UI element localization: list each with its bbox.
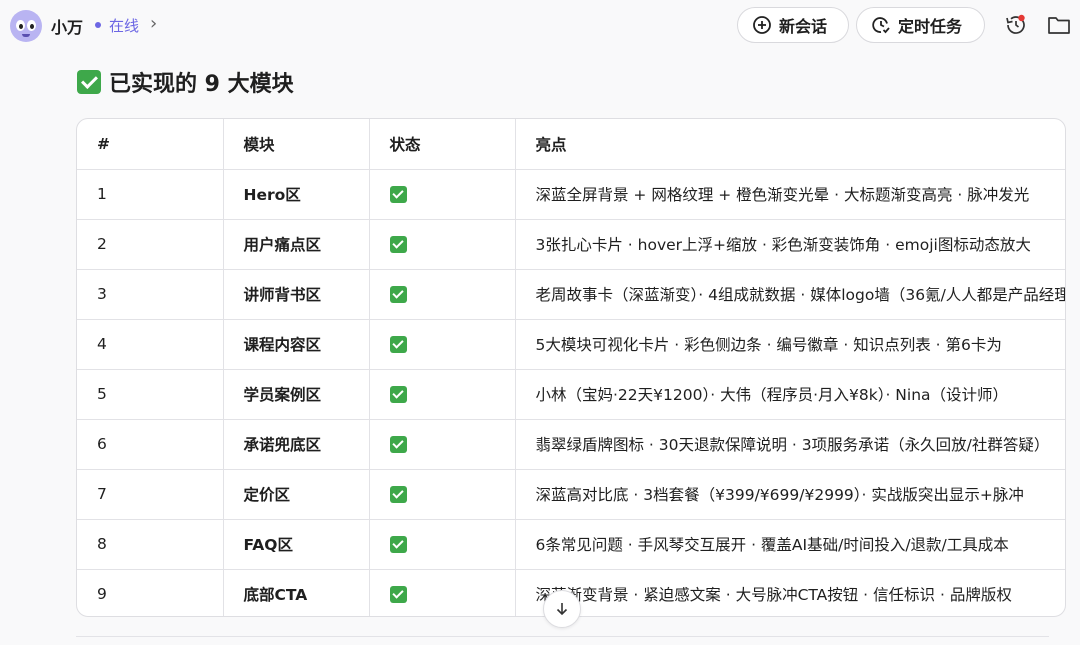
online-status-dot: [95, 22, 101, 28]
status-cell: [369, 219, 516, 270]
avatar-mouth: [22, 34, 30, 37]
status-cell: [369, 569, 516, 616]
status-cell: [369, 369, 516, 420]
module-name: 底部CTA: [223, 569, 370, 616]
check-box-icon: [389, 486, 407, 503]
check-box-icon: [389, 286, 407, 303]
new-chat-label: 新会话: [779, 17, 828, 36]
modules-table-container[interactable]: # 模块 状态 亮点 1 Hero区 深蓝全屏背景 + 网格纹理 + 橙色渐变光…: [76, 118, 1066, 617]
table-row: 3 讲师背书区 老周故事卡（深蓝渐变）· 4组成就数据 · 媒体logo墙（36…: [77, 269, 1065, 320]
row-number: 1: [77, 169, 224, 220]
highlight-cell: 6条常见问题 · 手风琴交互展开 · 覆盖AI基础/时间投入/退款/工具成本: [515, 519, 1065, 570]
module-name: 定价区: [223, 469, 370, 520]
table-row: 4 课程内容区 5大模块可视化卡片 · 彩色侧边条 · 编号徽章 · 知识点列表…: [77, 319, 1065, 370]
section-heading: 已实现的 9 大模块: [77, 66, 294, 98]
scheduled-task-label: 定时任务: [898, 17, 963, 36]
table-row: 1 Hero区 深蓝全屏背景 + 网格纹理 + 橙色渐变光晕 · 大标题渐变高亮…: [77, 169, 1065, 220]
row-number: 9: [77, 569, 224, 616]
row-number: 4: [77, 319, 224, 370]
table-row: 7 定价区 深蓝高对比底 · 3档套餐（¥399/¥699/¥2999）· 实战…: [77, 469, 1065, 520]
status-cell: [369, 319, 516, 370]
check-box-icon: [389, 586, 407, 604]
new-chat-button[interactable]: 新会话: [737, 7, 849, 43]
online-status-text: 在线: [109, 17, 140, 35]
table-row: 8 FAQ区 6条常见问题 · 手风琴交互展开 · 覆盖AI基础/时间投入/退款…: [77, 519, 1065, 570]
status-cell: [369, 269, 516, 320]
highlight-cell: 老周故事卡（深蓝渐变）· 4组成就数据 · 媒体logo墙（36氪/人人都是产品…: [515, 269, 1065, 320]
folder-icon[interactable]: [1047, 15, 1071, 35]
highlight-cell: 小林（宝妈·22天¥1200）· 大伟（程序员·月入¥8k）· Nina（设计师…: [515, 369, 1065, 420]
scroll-to-bottom-button[interactable]: [543, 590, 581, 628]
row-number: 5: [77, 369, 224, 420]
column-header: #: [77, 119, 224, 170]
highlight-cell: 3张扎心卡片 · hover上浮+缩放 · 彩色渐变装饰角 · emoji图标动…: [515, 219, 1065, 270]
scheduled-task-button[interactable]: 定时任务: [856, 7, 985, 43]
check-box-icon: [389, 236, 407, 253]
highlight-cell: 深蓝全屏背景 + 网格纹理 + 橙色渐变光晕 · 大标题渐变高亮 · 脉冲发光: [515, 169, 1065, 220]
column-header: 状态: [369, 119, 516, 170]
row-number: 6: [77, 419, 224, 470]
row-number: 7: [77, 469, 224, 520]
agent-avatar[interactable]: [10, 10, 42, 42]
heading-text: 已实现的 9 大模块: [109, 72, 294, 97]
check-box-icon: [389, 186, 407, 203]
check-box-icon: [77, 70, 101, 94]
chevron-right-icon[interactable]: ›: [150, 13, 157, 34]
column-header: 模块: [223, 119, 370, 170]
check-box-icon: [389, 536, 407, 553]
row-number: 2: [77, 219, 224, 270]
avatar-eye-left: [16, 20, 25, 31]
divider: [76, 636, 1049, 637]
row-number: 3: [77, 269, 224, 320]
modules-table: # 模块 状态 亮点 1 Hero区 深蓝全屏背景 + 网格纹理 + 橙色渐变光…: [77, 119, 1065, 616]
status-cell: [369, 169, 516, 220]
check-box-icon: [389, 436, 407, 453]
status-cell: [369, 419, 516, 470]
top-bar: 小万 在线 › 新会话 定时任务: [0, 0, 1080, 52]
avatar-eye-right: [27, 20, 36, 31]
module-name: 用户痛点区: [223, 219, 370, 270]
table-row: 6 承诺兜底区 翡翠绿盾牌图标 · 30天退款保障说明 · 3项服务承诺（永久回…: [77, 419, 1065, 470]
row-number: 8: [77, 519, 224, 570]
notification-dot: [1018, 14, 1025, 22]
module-name: 讲师背书区: [223, 269, 370, 320]
table-row: 5 学员案例区 小林（宝妈·22天¥1200）· 大伟（程序员·月入¥8k）· …: [77, 369, 1065, 420]
module-name: Hero区: [223, 169, 370, 220]
table-row: 2 用户痛点区 3张扎心卡片 · hover上浮+缩放 · 彩色渐变装饰角 · …: [77, 219, 1065, 270]
highlight-cell: 5大模块可视化卡片 · 彩色侧边条 · 编号徽章 · 知识点列表 · 第6卡为: [515, 319, 1065, 370]
agent-name[interactable]: 小万: [51, 14, 83, 38]
table-header-row: # 模块 状态 亮点: [77, 119, 1065, 170]
highlight-cell: 深蓝高对比底 · 3档套餐（¥399/¥699/¥2999）· 实战版突出显示+…: [515, 469, 1065, 520]
module-name: FAQ区: [223, 519, 370, 570]
status-cell: [369, 469, 516, 520]
status-cell: [369, 519, 516, 570]
check-box-icon: [389, 386, 407, 403]
column-header: 亮点: [515, 119, 1065, 170]
arrow-down-icon: [556, 603, 568, 616]
check-box-icon: [389, 336, 407, 353]
module-name: 承诺兜底区: [223, 419, 370, 470]
history-icon[interactable]: [1004, 13, 1028, 37]
module-name: 学员案例区: [223, 369, 370, 420]
highlight-cell: 翡翠绿盾牌图标 · 30天退款保障说明 · 3项服务承诺（永久回放/社群答疑）: [515, 419, 1065, 470]
highlight-cell: 深蓝渐变背景 · 紧迫感文案 · 大号脉冲CTA按钮 · 信任标识 · 品牌版权: [515, 569, 1065, 616]
clock-check-icon: [872, 17, 890, 34]
module-name: 课程内容区: [223, 319, 370, 370]
plus-circle-icon: [753, 16, 771, 34]
